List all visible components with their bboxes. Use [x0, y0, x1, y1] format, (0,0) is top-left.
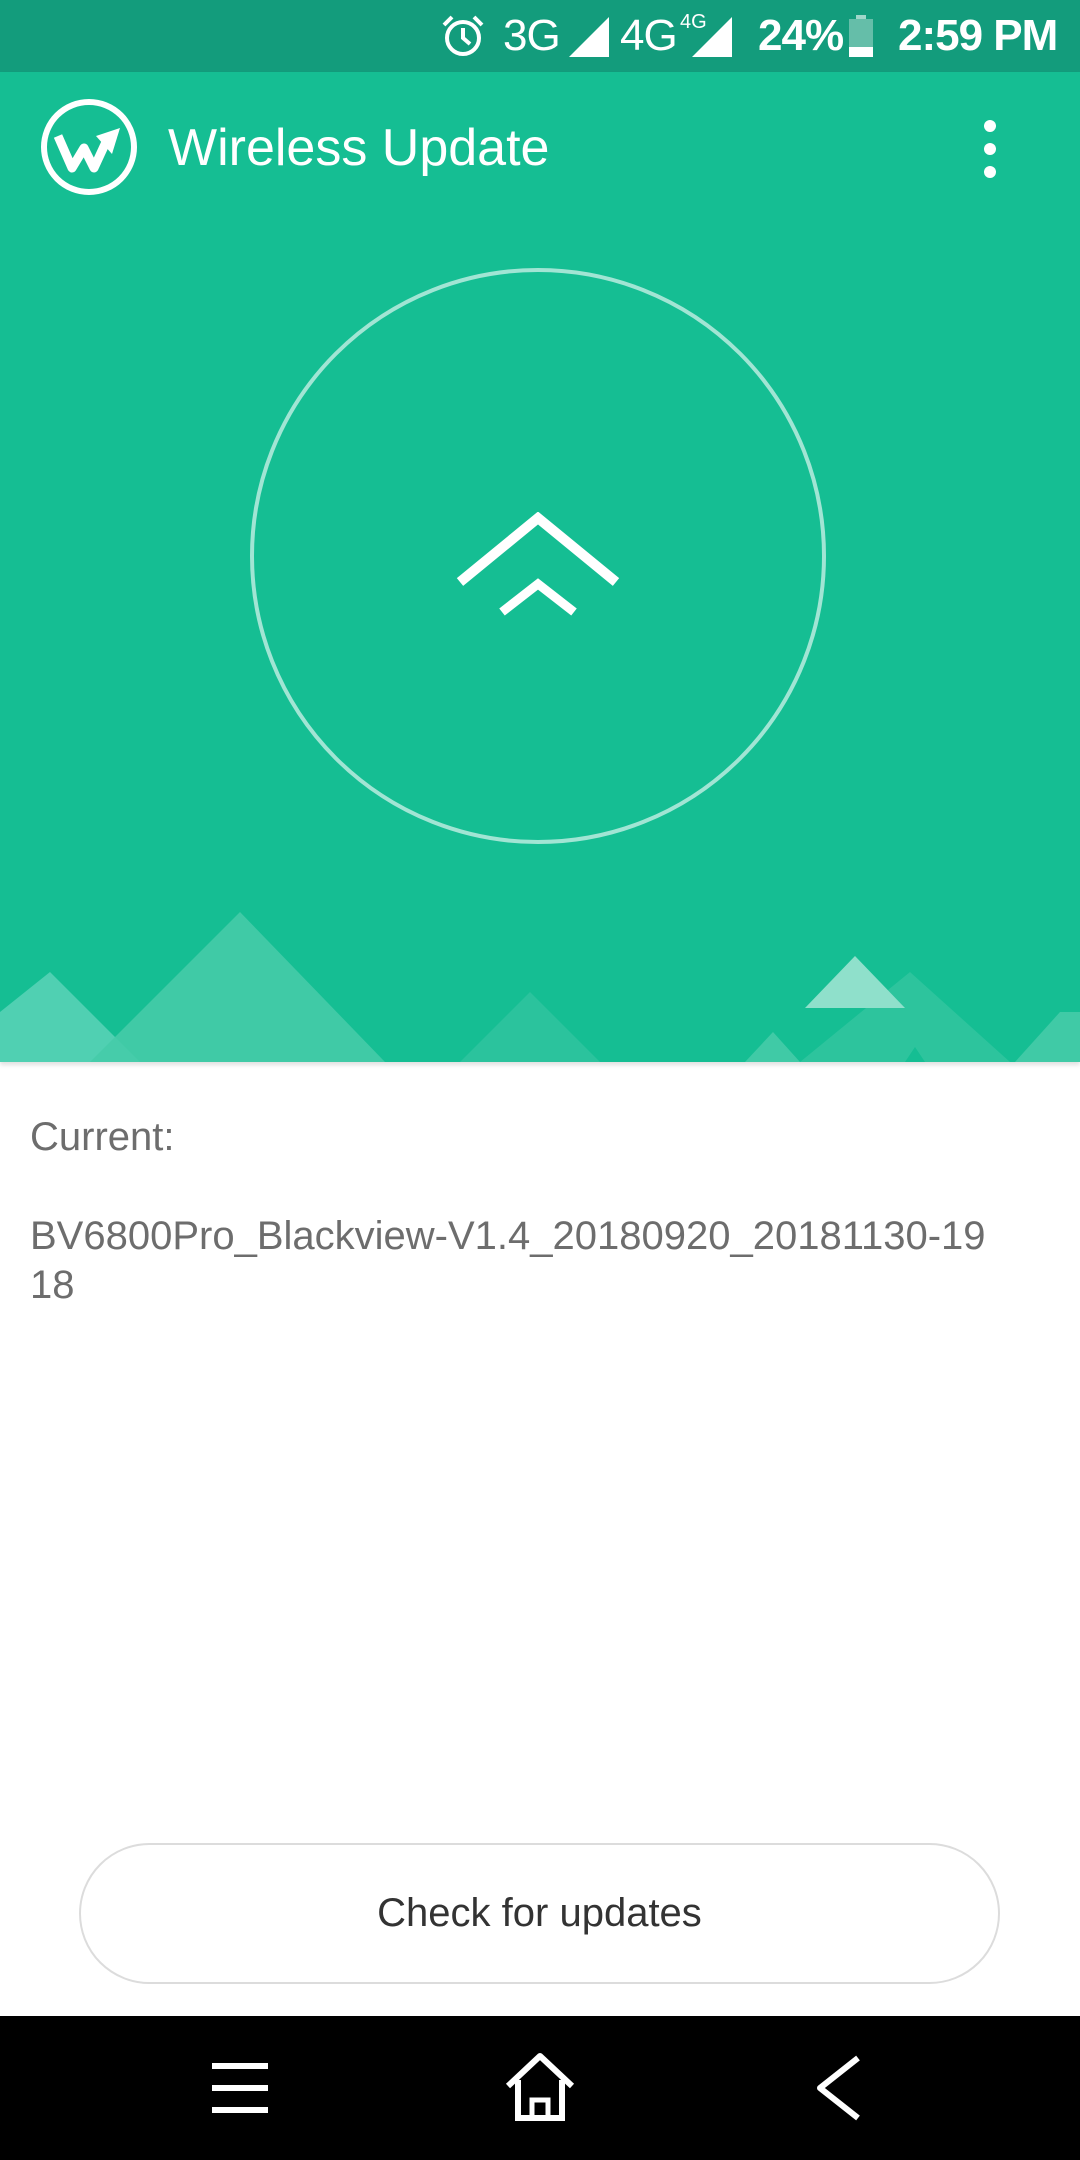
status-bar: 3G 4G 4G 24% 2:59 PM [0, 0, 1080, 72]
menu-icon[interactable] [198, 2046, 282, 2130]
check-for-updates-button[interactable]: Check for updates [79, 1843, 1000, 1984]
back-icon[interactable] [798, 2046, 882, 2130]
home-icon[interactable] [498, 2046, 582, 2130]
update-hero: Wireless Update [0, 72, 1080, 1062]
current-version-value: BV6800Pro_Blackview-V1.4_20180920_201811… [30, 1214, 986, 1307]
clock: 2:59 PM [898, 11, 1058, 60]
alarm-icon [440, 0, 486, 72]
wireless-update-logo-icon [41, 99, 137, 195]
network-type-3g: 3G [503, 11, 561, 60]
current-version-label: Current: [30, 1115, 175, 1159]
network-type-4g: 4G [620, 11, 678, 60]
battery-icon [848, 0, 874, 72]
page-title: Wireless Update [168, 119, 550, 177]
more-vert-icon[interactable] [965, 116, 1015, 182]
battery-percent: 24% [758, 11, 844, 60]
signal-icon [565, 0, 611, 72]
double-chevron-up-icon [456, 512, 620, 616]
navigation-bar [0, 2016, 1080, 2160]
signal-icon [688, 0, 734, 72]
